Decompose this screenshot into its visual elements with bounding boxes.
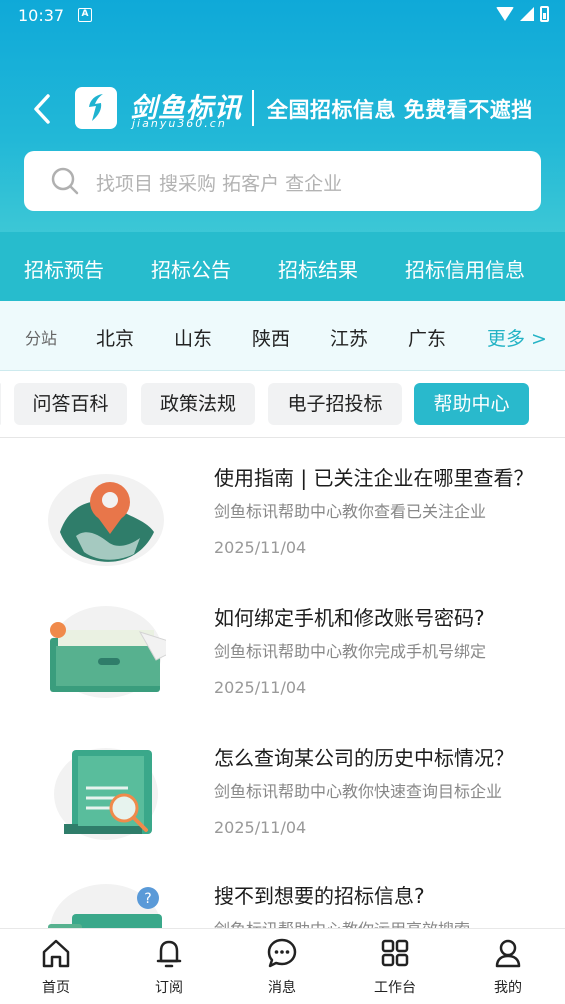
logo-domain: jianyu360.cn bbox=[132, 117, 227, 130]
nav-item-home[interactable]: 首页 bbox=[16, 929, 96, 1004]
chip-qa-wiki[interactable]: 问答百科 bbox=[14, 383, 127, 425]
chip-help-center[interactable]: 帮助中心 bbox=[414, 383, 529, 425]
home-icon bbox=[40, 937, 72, 969]
user-icon bbox=[492, 937, 524, 969]
region-item-shandong[interactable]: 山东 bbox=[174, 324, 212, 351]
divider bbox=[0, 437, 565, 438]
bell-icon bbox=[153, 937, 185, 969]
chip-e-bidding[interactable]: 电子招投标 bbox=[268, 383, 402, 425]
nav-label: 消息 bbox=[268, 980, 296, 996]
status-bar: 10:37 A bbox=[0, 0, 565, 32]
tab-bid-result[interactable]: 招标结果 bbox=[278, 254, 358, 283]
article-title: 如何绑定手机和修改账号密码? bbox=[214, 606, 485, 630]
list-item[interactable]: 怎么查询某公司的历史中标情况？ 剑鱼标讯帮助中心教你快速查询目标企业 2025/… bbox=[0, 742, 565, 880]
region-item-jiangsu[interactable]: 江苏 bbox=[330, 324, 368, 351]
region-bar: 分站 北京 山东 陕西 江苏 广东 更多 > bbox=[0, 301, 565, 371]
search-placeholder: 找项目 搜采购 拓客户 查企业 bbox=[96, 173, 343, 195]
article-desc: 剑鱼标讯帮助中心教你快速查询目标企业 bbox=[214, 782, 503, 801]
nav-label: 工作台 bbox=[374, 980, 416, 996]
tab-bid-announcement[interactable]: 招标公告 bbox=[151, 254, 231, 283]
wifi-icon bbox=[496, 7, 514, 21]
article-date: 2025/11/04 bbox=[214, 538, 307, 557]
bottom-nav: 首页 订阅 消息 工作台 我的 bbox=[0, 928, 565, 1004]
chip-policy[interactable]: 政策法规 bbox=[141, 383, 255, 425]
nav-item-messages[interactable]: 消息 bbox=[242, 929, 322, 1004]
nav-label: 首页 bbox=[42, 980, 70, 996]
list-item[interactable]: 如何绑定手机和修改账号密码? 剑鱼标讯帮助中心教你完成手机号绑定 2025/11… bbox=[0, 602, 565, 740]
region-item-shaanxi[interactable]: 陕西 bbox=[252, 324, 290, 351]
search-icon bbox=[51, 167, 79, 195]
region-more-link[interactable]: 更多 > bbox=[487, 324, 547, 351]
article-date: 2025/11/04 bbox=[214, 818, 307, 837]
chevron-left-icon bbox=[34, 94, 50, 124]
grid-icon bbox=[379, 937, 411, 969]
search-input[interactable]: 找项目 搜采购 拓客户 查企业 bbox=[24, 151, 541, 211]
tab-bid-preview[interactable]: 招标预告 bbox=[24, 254, 104, 283]
region-label: 分站 bbox=[25, 329, 58, 348]
header-slogan: 全国招标信息 免费看不遮挡 bbox=[267, 98, 533, 122]
region-item-beijing[interactable]: 北京 bbox=[96, 324, 134, 351]
battery-icon bbox=[540, 6, 549, 22]
tab-bid-credit[interactable]: 招标信用信息 bbox=[405, 254, 525, 283]
chat-icon bbox=[266, 937, 298, 969]
status-time: 10:37 bbox=[18, 6, 65, 25]
back-button[interactable] bbox=[28, 92, 58, 126]
nav-label: 我的 bbox=[494, 980, 522, 996]
list-item[interactable]: 使用指南 | 已关注企业在哪里查看？ 剑鱼标讯帮助中心教你查看已关注企业 202… bbox=[0, 462, 565, 600]
article-desc: 剑鱼标讯帮助中心教你完成手机号绑定 bbox=[214, 642, 487, 661]
article-title: 搜不到想要的招标信息? bbox=[214, 884, 425, 908]
logo-icon bbox=[75, 87, 117, 129]
nav-item-workbench[interactable]: 工作台 bbox=[355, 929, 435, 1004]
signal-icon bbox=[520, 7, 534, 21]
map-pin-icon bbox=[46, 462, 166, 582]
envelope-icon bbox=[46, 602, 186, 722]
svg-text:?: ? bbox=[144, 891, 151, 907]
article-desc: 剑鱼标讯帮助中心教你查看已关注企业 bbox=[214, 502, 487, 521]
logo-divider bbox=[252, 90, 254, 126]
notification-a-icon: A bbox=[78, 8, 92, 22]
category-tabs: 招标预告 招标公告 招标结果 招标信用信息 bbox=[0, 232, 565, 301]
region-item-guangdong[interactable]: 广东 bbox=[408, 324, 446, 351]
document-search-icon bbox=[46, 742, 166, 862]
nav-item-profile[interactable]: 我的 bbox=[468, 929, 548, 1004]
status-indicators bbox=[496, 6, 549, 22]
article-date: 2025/11/04 bbox=[214, 678, 307, 697]
article-title: 使用指南 | 已关注企业在哪里查看？ bbox=[214, 466, 534, 490]
nav-label: 订阅 bbox=[155, 980, 183, 996]
nav-item-subscribe[interactable]: 订阅 bbox=[129, 929, 209, 1004]
chip-partial[interactable] bbox=[0, 383, 1, 425]
article-title: 怎么查询某公司的历史中标情况？ bbox=[214, 746, 514, 770]
